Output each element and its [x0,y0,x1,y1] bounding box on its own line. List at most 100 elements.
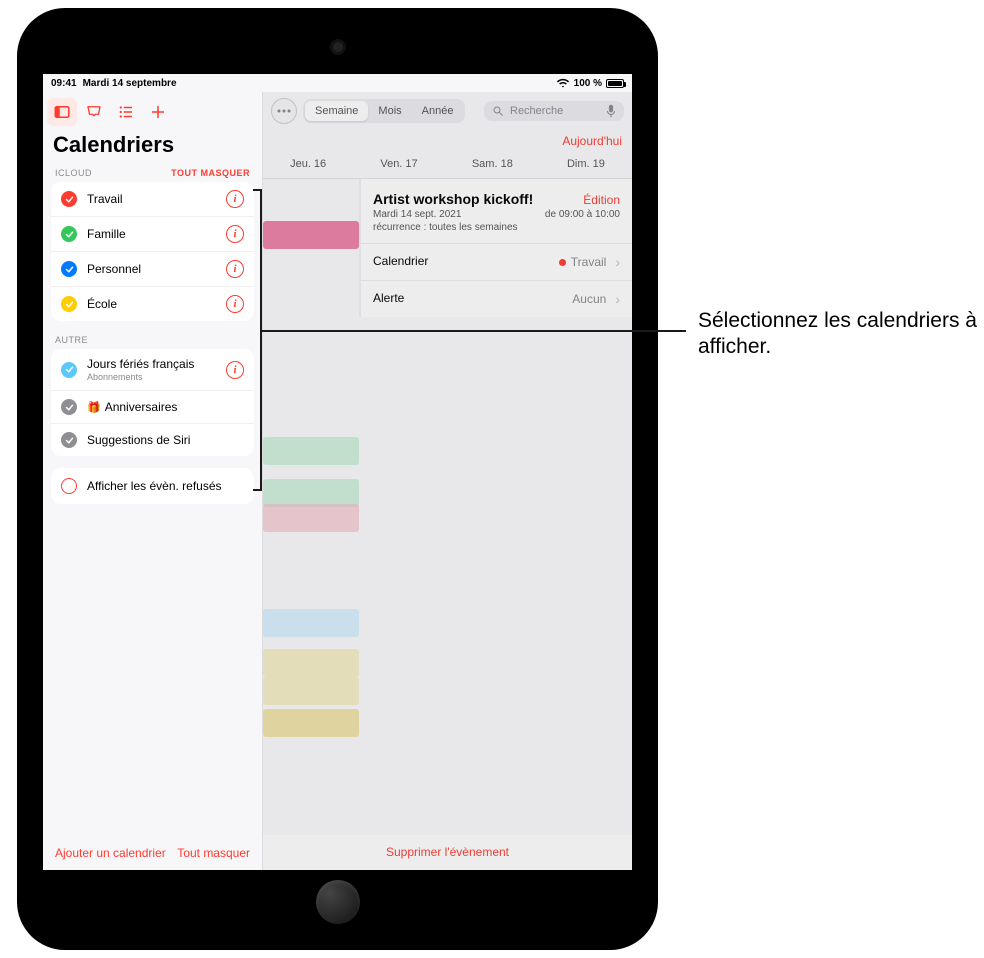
event-block[interactable] [263,504,359,532]
view-segmented-control[interactable]: Semaine Mois Année [303,99,465,123]
status-bar: 09:41 Mardi 14 septembre 100 % [43,74,632,92]
event-date: Mardi 14 sept. 2021 [373,209,461,220]
day-grid[interactable]: Artist workshop kickoff! Édition Mardi 1… [263,179,632,870]
event-alert-value: Aucun [572,292,606,306]
checkmark-icon [61,362,77,378]
calendars-sidebar: Calendriers ICLOUD TOUT MASQUER Travaili… [43,92,263,870]
callout-bracket [260,189,262,491]
calendar-label: Personnel [87,262,226,276]
sidebar-toolbar [43,92,262,128]
screen: 09:41 Mardi 14 septembre 100 % [43,74,632,870]
more-button[interactable] [271,98,297,124]
add-button[interactable] [143,98,173,126]
show-declined-label: Afficher les évèn. refusés [87,479,222,493]
event-block[interactable] [263,609,359,637]
chevron-right-icon: › [615,254,620,270]
callout-line [260,330,686,332]
battery-icon [606,79,624,88]
segment-semaine[interactable]: Semaine [305,101,368,121]
info-button[interactable]: i [226,190,244,208]
info-button[interactable]: i [226,225,244,243]
calendar-row[interactable]: Écolei [51,286,254,321]
event-detail-panel: Artist workshop kickoff! Édition Mardi 1… [361,179,632,317]
calendar-row[interactable]: Travaili [51,182,254,216]
day-header-cell[interactable]: Dim. 19 [567,158,605,170]
calendar-sublabel: Abonnements [87,372,226,382]
event-alert-row[interactable]: Alerte Aucun › [361,280,632,317]
day-header-row: Jeu. 16 Ven. 17 Sam. 18 Dim. 19 [263,156,632,179]
event-alert-label: Alerte [373,291,404,307]
event-calendar-row[interactable]: Calendrier Travail › [361,243,632,280]
event-block[interactable] [263,479,359,507]
icloud-section-header: ICLOUD TOUT MASQUER [43,166,262,182]
delete-event-button[interactable]: Supprimer l'évènement [263,835,632,870]
sidebar-icon [53,103,71,121]
search-icon [492,105,504,117]
list-button[interactable] [111,98,141,126]
checkmark-icon [61,399,77,415]
today-link[interactable]: Aujourd'hui [263,130,632,156]
calendar-row[interactable]: 🎁Anniversaires [51,390,254,423]
calendar-label: Travail [87,192,226,206]
autre-label: AUTRE [55,335,88,345]
calendar-label: Suggestions de Siri [87,433,244,447]
icloud-label: ICLOUD [55,168,92,178]
sidebar-footer: Ajouter un calendrier Tout masquer [43,836,262,870]
event-calendar-value: Travail [571,255,607,269]
calendar-color-dot [559,259,566,266]
search-field[interactable]: Recherche [484,101,624,121]
event-time: de 09:00 à 10:00 [545,209,620,220]
inbox-button[interactable] [79,98,109,126]
event-block[interactable] [263,677,359,705]
show-declined-unchecked-icon [61,478,77,494]
info-button[interactable]: i [226,361,244,379]
calendar-label: École [87,297,226,311]
ipad-bezel: 09:41 Mardi 14 septembre 100 % [29,20,646,938]
calendar-row[interactable]: Suggestions de Siri [51,423,254,456]
event-block[interactable] [263,437,359,465]
autre-section-header: AUTRE [43,333,262,349]
icloud-hide-all[interactable]: TOUT MASQUER [171,168,250,178]
search-placeholder: Recherche [510,105,600,117]
home-button[interactable] [316,880,360,924]
calendar-row[interactable]: Personneli [51,251,254,286]
status-date: Mardi 14 septembre [83,78,177,89]
event-block[interactable] [263,221,359,249]
main-area: Semaine Mois Année Recherche Aujourd'hui… [263,92,632,870]
calendar-row[interactable]: Jours fériés françaisAbonnementsi [51,349,254,390]
wifi-icon [556,78,570,88]
event-edit-button[interactable]: Édition [583,193,620,207]
day-header-cell[interactable]: Sam. 18 [472,158,513,170]
icloud-calendar-list: TravailiFamilleiPersonneliÉcolei [51,182,254,321]
segment-annee[interactable]: Année [412,101,464,121]
callout-bracket-bottom [253,489,260,491]
segment-mois[interactable]: Mois [368,101,411,121]
calendar-label: 🎁Anniversaires [87,400,244,414]
info-button[interactable]: i [226,295,244,313]
sidebar-toggle-button[interactable] [47,98,77,126]
status-time: 09:41 [51,78,77,89]
gift-icon: 🎁 [87,402,101,414]
hide-all-link[interactable]: Tout masquer [177,846,250,860]
show-declined-row[interactable]: Afficher les évèn. refusés [51,468,254,504]
calendar-label: Jours fériés françaisAbonnements [87,357,226,382]
calendar-row[interactable]: Famillei [51,216,254,251]
checkmark-icon [61,226,77,242]
checkmark-icon [61,432,77,448]
autre-calendar-list: Jours fériés françaisAbonnementsi 🎁Annive… [51,349,254,456]
add-calendar-link[interactable]: Ajouter un calendrier [55,846,166,860]
mic-icon[interactable] [606,104,616,118]
inbox-icon [85,103,103,121]
ellipsis-icon [277,109,291,113]
day-header-cell[interactable]: Ven. 17 [380,158,417,170]
event-recurrence: récurrence : toutes les semaines [361,222,632,243]
event-block[interactable] [263,709,359,737]
event-calendar-label: Calendrier [373,254,428,270]
event-block[interactable] [263,649,359,677]
calendar-label: Famille [87,227,226,241]
day-header-cell[interactable]: Jeu. 16 [290,158,326,170]
info-button[interactable]: i [226,260,244,278]
checkmark-icon [61,261,77,277]
callout-bracket-top [253,189,260,191]
ipad-device-frame: 09:41 Mardi 14 septembre 100 % [17,8,658,950]
